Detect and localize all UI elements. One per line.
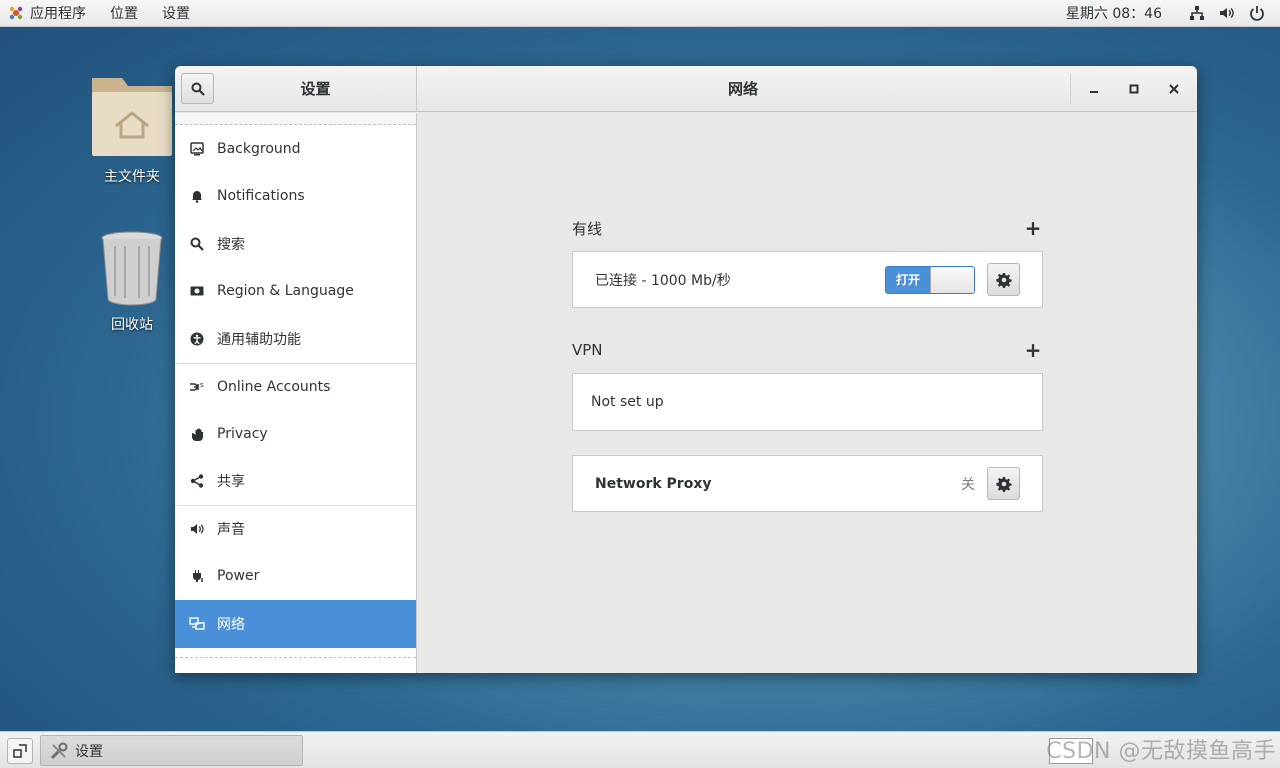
tools-icon — [49, 741, 69, 761]
proxy-card[interactable]: Network Proxy 关 — [572, 455, 1043, 512]
background-icon — [189, 141, 205, 157]
sidebar-item-sharing[interactable]: 共享 — [175, 458, 416, 506]
sidebar-item-sound[interactable]: 声音 — [175, 505, 416, 553]
sidebar-item-label: 声音 — [217, 522, 245, 539]
minimize-icon — [1090, 91, 1098, 93]
panel-title: 网络 — [727, 80, 758, 98]
network-status-icon[interactable] — [1189, 5, 1205, 21]
speaker-icon — [189, 521, 205, 537]
desktop-trash[interactable]: 回收站 — [87, 230, 177, 334]
sidebar-item-label: 网络 — [217, 616, 245, 633]
online-accounts-icon: s — [189, 379, 205, 395]
power-plug-icon — [189, 568, 205, 584]
sidebar-item-search[interactable]: 搜索 — [175, 220, 416, 268]
sidebar-item-label: Notifications — [217, 188, 305, 205]
accessibility-icon — [189, 331, 205, 347]
settings-sidebar: Background Notifications 搜索 Region & Lan… — [175, 113, 417, 673]
watermark: CSDN @无敌摸鱼高手 — [1046, 739, 1276, 764]
proxy-label: Network Proxy — [595, 475, 712, 492]
vpn-header-label: VPN — [572, 341, 603, 359]
add-wired-button[interactable]: + — [1024, 216, 1042, 240]
top-panel: 应用程序 位置 设置 星期六 08：46 — [0, 0, 1280, 27]
close-icon — [1169, 84, 1179, 94]
titlebar-separator — [1070, 74, 1071, 104]
sidebar-item-network[interactable]: 网络 — [175, 600, 416, 648]
desktop-home-label: 主文件夹 — [104, 169, 160, 185]
sidebar-item-background[interactable]: Background — [175, 125, 416, 173]
sidebar-item-online-accounts[interactable]: s Online Accounts — [175, 362, 416, 411]
sidebar-item-notifications[interactable]: Notifications — [175, 173, 416, 221]
sidebar-item-power[interactable]: Power — [175, 553, 416, 601]
svg-text:s: s — [200, 381, 204, 389]
minimize-button[interactable] — [1084, 79, 1104, 99]
maximize-icon — [1129, 84, 1139, 94]
sidebar-item-privacy[interactable]: Privacy — [175, 410, 416, 458]
search-button[interactable] — [181, 73, 214, 104]
hand-icon — [189, 426, 205, 442]
sidebar-scroll-bottom-indicator — [175, 657, 416, 673]
clock[interactable]: 星期六 08：46 — [1066, 3, 1162, 23]
proxy-state: 关 — [961, 476, 975, 493]
sidebar-item-label: Power — [217, 568, 260, 585]
sidebar-item-label: 搜索 — [217, 236, 245, 253]
sidebar-item-label: Online Accounts — [217, 378, 331, 395]
window-titlebar[interactable]: 设置 网络 — [175, 66, 1197, 112]
sidebar-title: 设置 — [300, 80, 331, 98]
network-icon — [189, 616, 205, 632]
proxy-settings-button[interactable] — [987, 467, 1020, 500]
applications-menu[interactable]: 应用程序 — [24, 3, 98, 23]
wired-settings-button[interactable] — [987, 263, 1020, 296]
desktop-trash-label: 回收站 — [111, 317, 153, 333]
search-icon — [191, 82, 205, 96]
sidebar-item-label: 共享 — [217, 474, 245, 491]
switch-knob — [930, 266, 974, 293]
apps-menu-icon — [8, 5, 24, 21]
places-menu[interactable]: 位置 — [98, 3, 150, 23]
switch-on-label: 打开 — [886, 266, 930, 293]
search-icon — [189, 236, 205, 252]
sidebar-item-accessibility[interactable]: 通用辅助功能 — [175, 315, 416, 363]
gear-icon — [995, 476, 1012, 492]
sidebar-item-label: Privacy — [217, 425, 268, 442]
taskbar-task-label: 设置 — [75, 743, 103, 760]
wired-status: 已连接 - 1000 Mb/秒 — [595, 272, 731, 289]
sidebar-item-label: Region & Language — [217, 283, 354, 300]
sidebar-item-label: 通用辅助功能 — [217, 331, 301, 348]
gear-icon — [995, 272, 1012, 288]
desktop-home-folder[interactable]: 主文件夹 — [87, 74, 177, 186]
wired-toggle-switch[interactable]: 打开 — [885, 265, 975, 294]
wired-section-header: 有线 + — [572, 216, 1042, 240]
network-panel: 有线 + 已连接 - 1000 Mb/秒 打开 VPN + Not set up — [418, 113, 1197, 673]
folder-icon — [92, 78, 172, 156]
vpn-status: Not set up — [591, 394, 664, 410]
maximize-button[interactable] — [1124, 79, 1144, 99]
wired-header-label: 有线 — [572, 219, 603, 238]
trash-icon — [101, 231, 163, 306]
share-icon — [189, 473, 205, 489]
vpn-card: Not set up — [572, 373, 1043, 431]
bell-icon — [189, 188, 205, 204]
sidebar-item-label: Background — [217, 140, 301, 157]
bottom-panel: 设置 CSDN @无敌摸鱼高手 — [0, 731, 1280, 768]
show-desktop-icon — [13, 744, 27, 758]
taskbar-settings-window[interactable]: 设置 — [40, 735, 303, 766]
power-icon[interactable] — [1249, 5, 1265, 21]
settings-window: 设置 网络 Background Notifications 搜索 Region… — [175, 66, 1197, 673]
wired-card: 已连接 - 1000 Mb/秒 打开 — [572, 251, 1043, 308]
sidebar-item-region-language[interactable]: Region & Language — [175, 268, 416, 316]
sidebar-scroll-top-indicator — [175, 113, 416, 125]
region-icon — [189, 283, 205, 299]
settings-menu[interactable]: 设置 — [150, 3, 202, 23]
vpn-section-header: VPN + — [572, 338, 1042, 362]
volume-icon[interactable] — [1219, 5, 1235, 21]
add-vpn-button[interactable]: + — [1024, 338, 1042, 362]
close-button[interactable] — [1164, 79, 1184, 99]
show-desktop-button[interactable] — [7, 738, 33, 764]
